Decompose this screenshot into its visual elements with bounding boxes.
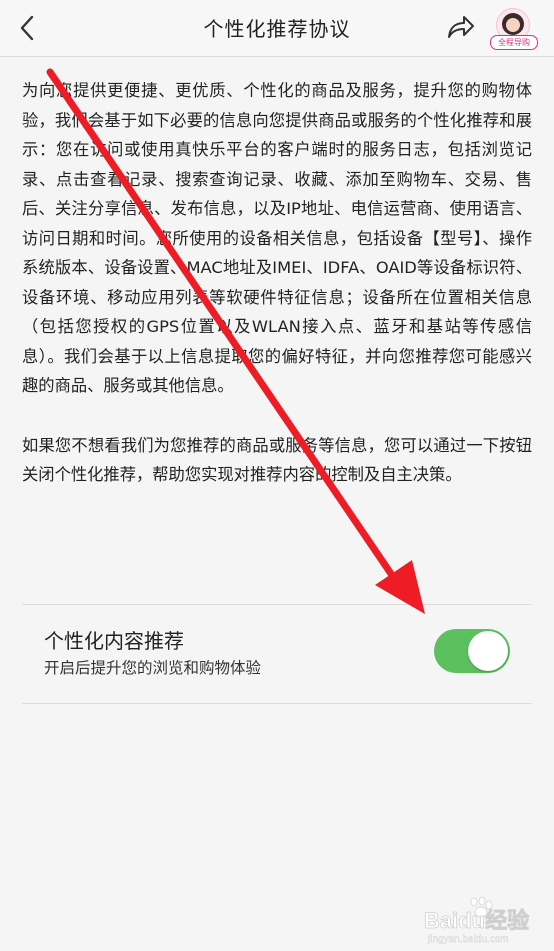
baidu-paw-icon: Baidu经验 jingyan.baidu.com (424, 896, 530, 945)
setting-description: 开启后提升您的浏览和购物体验 (44, 659, 262, 677)
share-icon (448, 16, 474, 38)
recommendation-toggle[interactable] (434, 629, 510, 673)
baidu-watermark: Baidu经验 jingyan.baidu.com (420, 896, 544, 946)
watermark-url: jingyan.baidu.com (427, 934, 509, 945)
watermark-text: Baidu经验 (424, 908, 529, 933)
toggle-knob (468, 631, 508, 671)
share-button[interactable] (444, 13, 476, 43)
personalized-recommendation-setting: 个性化内容推荐 开启后提升您的浏览和购物体验 (22, 604, 532, 704)
app-header: 个性化推荐协议 全程导购 (0, 0, 554, 57)
agreement-paragraph-1: 为向您提供更便捷、更优质、个性化的商品及服务，提升您的购物体验，我们会基于如下必… (22, 81, 532, 395)
agreement-paragraph-2: 如果您不想看我们为您推荐的商品或服务等信息，您可以通过一下按钮关闭个性化推荐，帮… (22, 435, 532, 485)
setting-title: 个性化内容推荐 (44, 629, 184, 653)
shopping-guide-button[interactable]: 全程导购 (490, 8, 538, 50)
guide-badge: 全程导购 (490, 35, 538, 50)
agreement-content: 为向您提供更便捷、更优质、个性化的商品及服务，提升您的购物体验，我们会基于如下必… (22, 76, 532, 490)
